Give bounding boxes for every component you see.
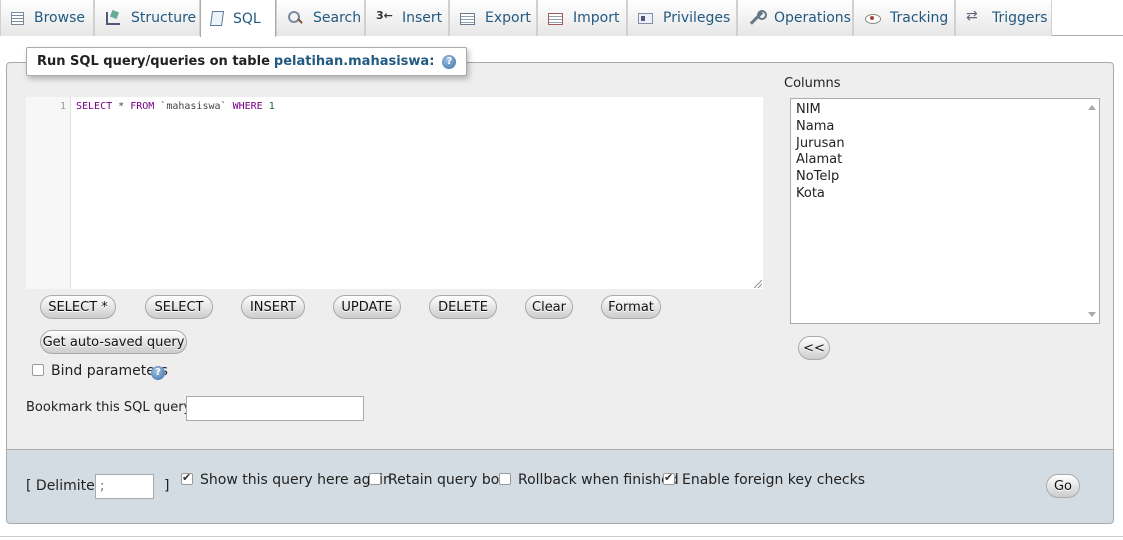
line-number: 1 <box>59 101 66 112</box>
rollback-checkbox[interactable] <box>499 473 511 485</box>
sql-token-star: * <box>112 101 131 112</box>
tab-operations[interactable]: Operations <box>737 0 853 36</box>
column-option[interactable]: NoTelp <box>796 169 839 184</box>
delimiter-input[interactable] <box>95 474 154 499</box>
legend-text: Run SQL query/queries on table <box>37 54 270 69</box>
foreign-key-checks-checkbox[interactable] <box>663 471 675 485</box>
column-option[interactable]: Jurusan <box>796 136 845 151</box>
rollback-label: Rollback when finished <box>518 472 679 488</box>
tab-tracking[interactable]: Tracking <box>853 0 955 36</box>
select-button[interactable]: SELECT <box>145 295 213 319</box>
sql-keyword-select: SELECT <box>76 101 113 112</box>
column-option[interactable]: Nama <box>796 119 834 134</box>
column-option[interactable]: NIM <box>796 102 821 117</box>
browse-icon <box>11 12 24 25</box>
import-icon <box>548 13 563 25</box>
help-icon[interactable]: ? <box>442 54 457 69</box>
export-icon <box>460 13 475 25</box>
tab-browse[interactable]: Browse <box>0 0 94 36</box>
tab-label: Operations <box>774 10 851 26</box>
resize-handle-icon[interactable] <box>754 280 762 288</box>
tab-label: Import <box>573 10 620 26</box>
bind-parameters-checkbox[interactable] <box>32 364 44 376</box>
structure-icon <box>105 10 121 26</box>
divider <box>0 536 1123 537</box>
sql-editor[interactable]: 1 SELECT * FROM `mahasiswa` WHERE 1 <box>26 97 763 289</box>
insert-column-button[interactable]: << <box>798 336 830 360</box>
tab-search[interactable]: Search <box>276 0 365 36</box>
columns-list[interactable]: NIM Nama Jurusan Alamat NoTelp Kota <box>790 98 1100 324</box>
show-query-again-label: Show this query here again <box>200 472 392 488</box>
tab-import[interactable]: Import <box>537 0 627 36</box>
go-button[interactable]: Go <box>1046 474 1080 498</box>
scroll-up-icon[interactable] <box>1088 105 1096 110</box>
panel-legend: Run SQL query/queries on table pelatihan… <box>26 47 468 76</box>
column-option[interactable]: Alamat <box>796 152 842 167</box>
tab-structure[interactable]: Structure <box>94 0 200 36</box>
column-option[interactable]: Kota <box>796 186 825 201</box>
tab-label: SQL <box>233 10 261 27</box>
tracking-icon <box>864 10 881 26</box>
tab-export[interactable]: Export <box>449 0 537 36</box>
delete-button[interactable]: DELETE <box>429 295 497 319</box>
tab-label: Triggers <box>992 10 1048 26</box>
tab-label: Search <box>313 10 362 26</box>
retain-query-box-checkbox[interactable] <box>369 473 381 485</box>
foreign-key-checks-label: Enable foreign key checks <box>682 472 866 488</box>
legend-table-name: pelatihan.mahasiswa: <box>273 54 435 69</box>
triggers-icon <box>966 8 982 26</box>
format-button[interactable]: Format <box>601 295 661 319</box>
clear-button[interactable]: Clear <box>525 295 573 319</box>
line-number-gutter: 1 <box>26 97 71 289</box>
privileges-icon <box>638 12 653 24</box>
insert-button[interactable]: INSERT <box>241 295 305 319</box>
retain-query-box-label: Retain query box <box>388 472 508 488</box>
sql-token-table: `mahasiswa` <box>154 101 233 112</box>
sql-keyword-where: WHERE <box>232 101 263 112</box>
tab-label: Structure <box>131 10 197 26</box>
tab-label: Privileges <box>663 10 731 26</box>
operations-icon <box>748 10 767 26</box>
columns-title: Columns <box>784 76 841 91</box>
select-star-button[interactable]: SELECT * <box>40 295 116 319</box>
tab-sql[interactable]: SQL <box>200 0 276 37</box>
columns-scrollbar[interactable] <box>1084 99 1099 323</box>
bookmark-label: Bookmark this SQL query: <box>26 400 195 415</box>
sql-token-number: 1 <box>268 101 275 112</box>
get-auto-saved-query-button[interactable]: Get auto-saved query <box>40 330 187 354</box>
insert-icon <box>376 9 393 26</box>
update-button[interactable]: UPDATE <box>333 295 401 319</box>
show-query-again-checkbox[interactable] <box>181 471 193 485</box>
tab-triggers[interactable]: Triggers <box>955 0 1052 36</box>
bookmark-input[interactable] <box>186 396 364 421</box>
delimiter-label: [ Delimiter <box>26 478 101 494</box>
help-icon[interactable]: ? <box>151 366 165 380</box>
delimiter-close-bracket: ] <box>164 478 170 494</box>
tab-bar: Browse Structure SQL Search Insert Expor… <box>0 0 1123 37</box>
tab-label: Export <box>485 10 531 26</box>
tab-insert[interactable]: Insert <box>365 0 449 36</box>
search-icon <box>287 10 303 26</box>
sql-icon <box>209 11 225 26</box>
tab-label: Insert <box>402 10 443 26</box>
tab-label: Browse <box>34 10 85 26</box>
sql-code-line: SELECT * FROM `mahasiswa` WHERE 1 <box>76 101 275 112</box>
tab-label: Tracking <box>890 10 949 26</box>
tab-privileges[interactable]: Privileges <box>627 0 737 36</box>
scroll-down-icon[interactable] <box>1088 312 1096 317</box>
sql-keyword-from: FROM <box>130 101 155 112</box>
